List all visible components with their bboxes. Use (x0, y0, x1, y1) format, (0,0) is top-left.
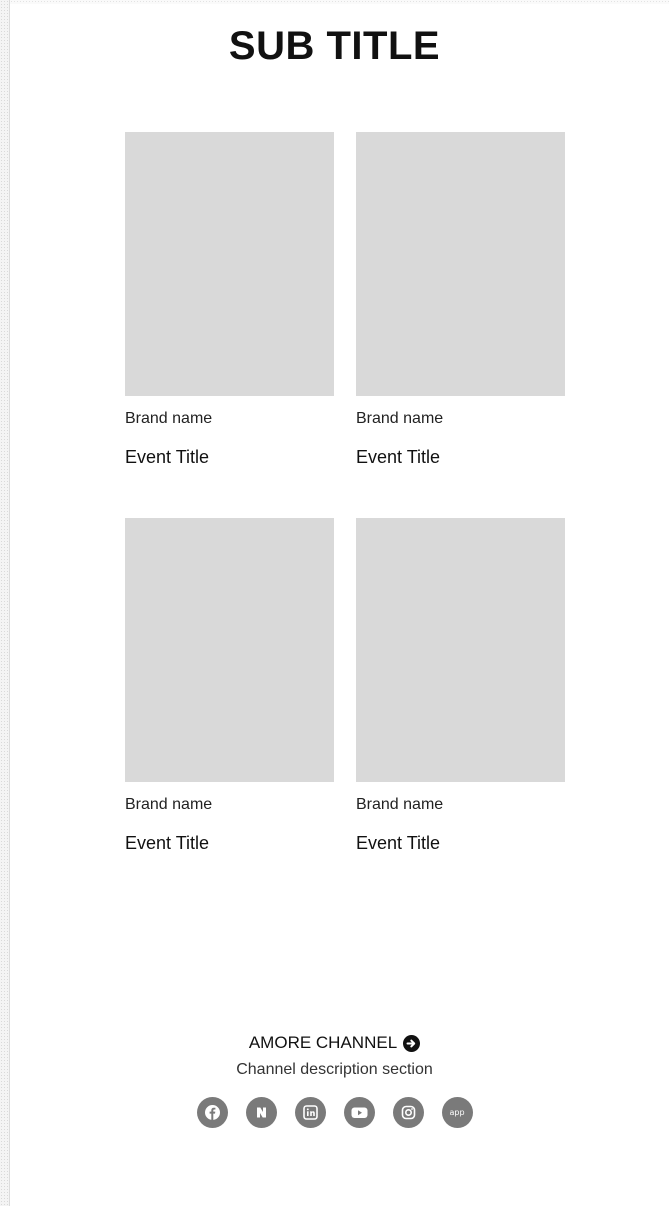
left-rail-divider (0, 0, 10, 1206)
event-card-image[interactable] (356, 132, 565, 396)
event-card-image[interactable] (356, 518, 565, 782)
amore-channel-link[interactable]: AMORE CHANNEL (248, 1033, 421, 1053)
page-content: SUB TITLE Brand name Event Title Brand n… (10, 0, 669, 1206)
amore-channel-label: AMORE CHANNEL (248, 1033, 398, 1052)
page-sub-title: SUB TITLE (228, 24, 441, 68)
youtube-icon[interactable] (343, 1097, 375, 1128)
event-card[interactable]: Brand name Event Title (125, 518, 334, 853)
event-card-title[interactable]: Event Title (356, 447, 565, 467)
event-card[interactable]: Brand name Event Title (356, 132, 565, 467)
event-card-image[interactable] (125, 132, 334, 396)
event-card-title[interactable]: Event Title (356, 833, 565, 853)
event-card-title[interactable]: Event Title (125, 833, 334, 853)
event-card-image[interactable] (125, 518, 334, 782)
facebook-icon[interactable] (196, 1097, 228, 1128)
event-card[interactable]: Brand name Event Title (356, 518, 565, 853)
instagram-icon[interactable] (392, 1097, 424, 1128)
channel-section: AMORE CHANNEL Channel description sectio… (0, 1033, 669, 1128)
event-card[interactable]: Brand name Event Title (125, 132, 334, 467)
social-links: app (0, 1097, 669, 1128)
event-card-brand: Brand name (356, 796, 444, 813)
event-card-title[interactable]: Event Title (125, 447, 334, 467)
channel-description: Channel description section (236, 1061, 433, 1078)
linkedin-icon[interactable] (294, 1097, 326, 1128)
arrow-right-circle-icon (403, 1034, 421, 1052)
event-card-brand: Brand name (125, 796, 213, 813)
event-card-brand: Brand name (125, 410, 213, 427)
event-card-brand: Brand name (356, 410, 444, 427)
naver-icon[interactable] (245, 1097, 277, 1128)
app-icon-label: app (449, 1108, 465, 1117)
app-icon[interactable]: app (441, 1097, 473, 1128)
